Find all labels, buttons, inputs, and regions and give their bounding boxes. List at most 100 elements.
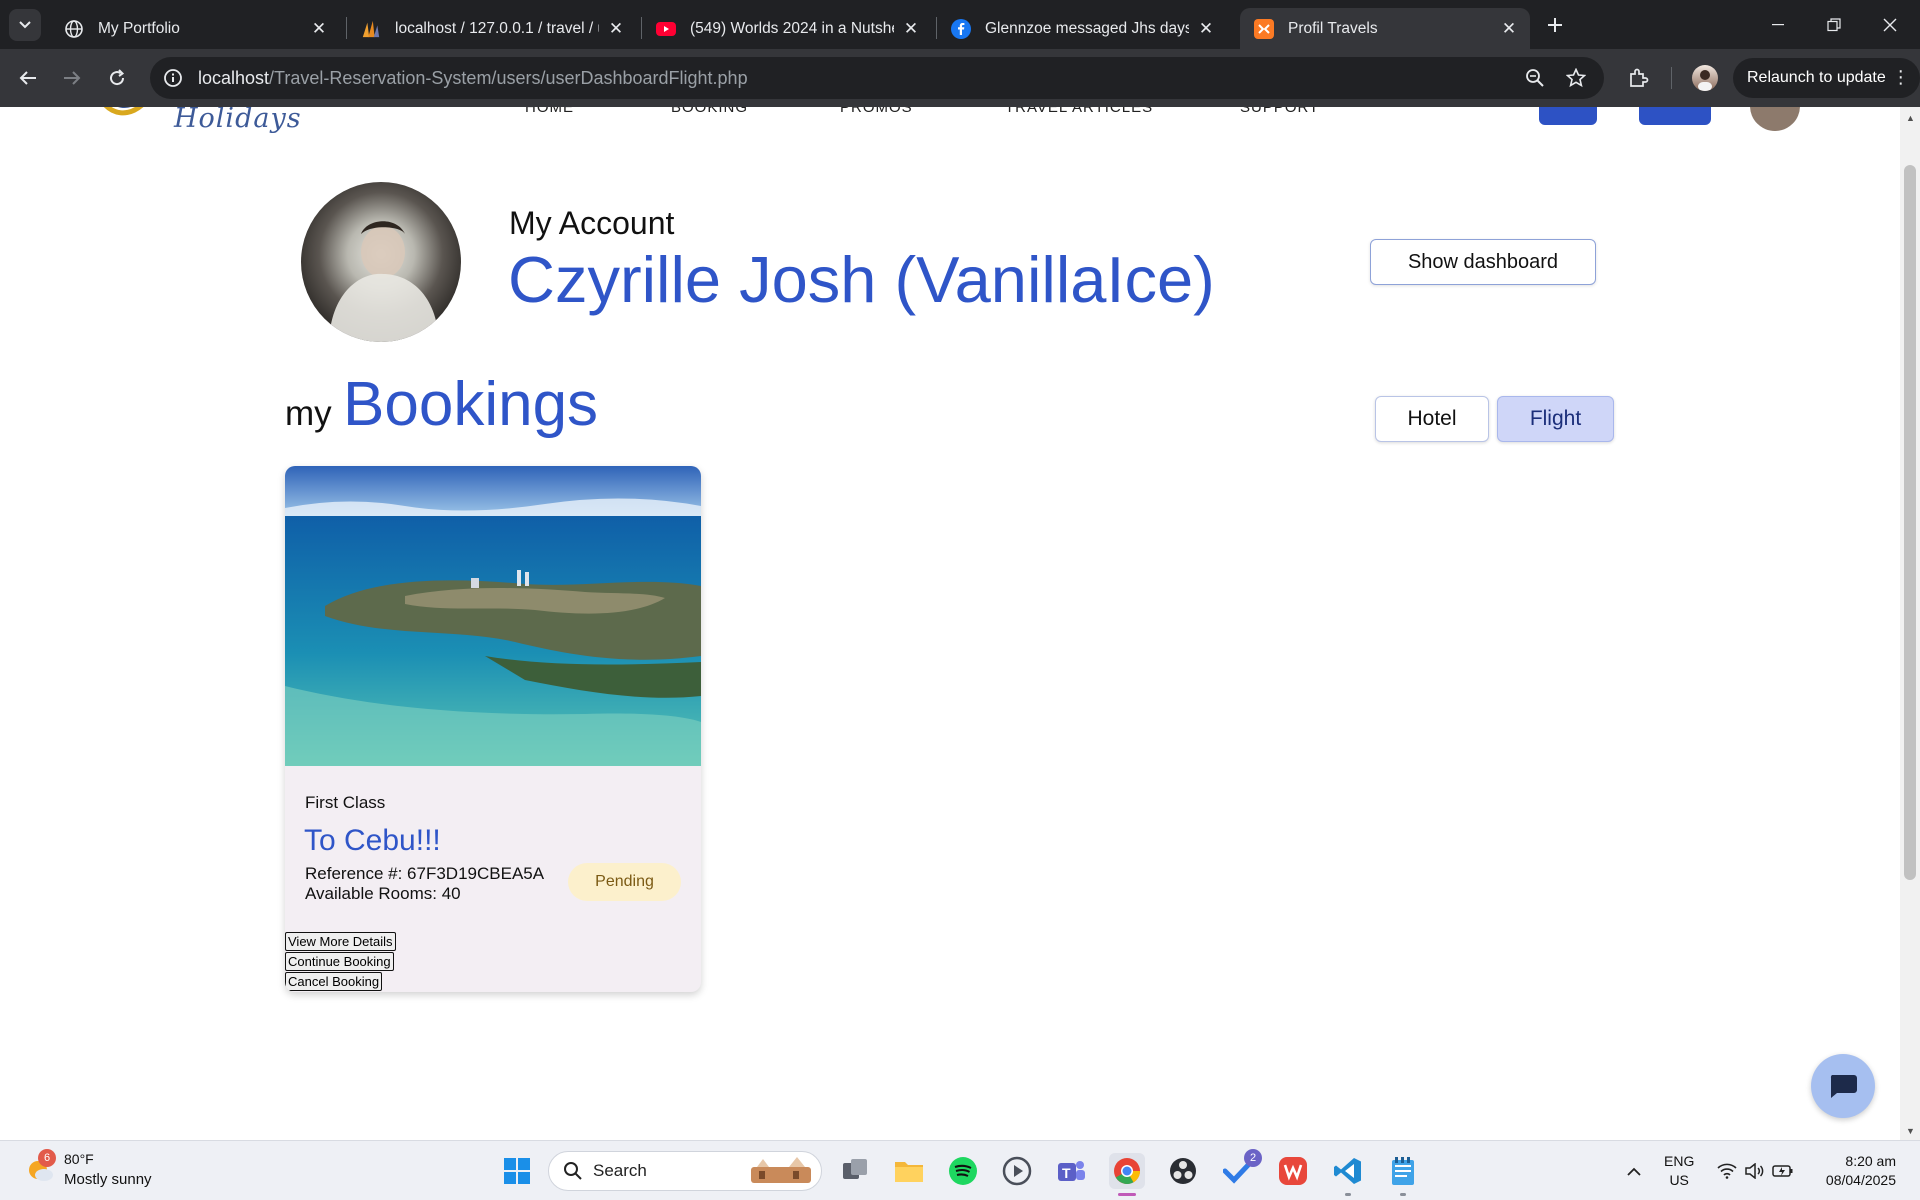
close-window-button[interactable] [1862, 0, 1918, 49]
more-menu-icon[interactable]: ⋮ [1892, 67, 1910, 88]
close-tab-icon[interactable]: ✕ [1500, 19, 1518, 39]
language-region: US [1669, 1172, 1689, 1188]
todo-icon[interactable]: 2 [1220, 1149, 1262, 1189]
relaunch-label: Relaunch to update [1747, 69, 1886, 86]
browser-tab-profil-travels[interactable]: Profil Travels ✕ [1240, 8, 1530, 49]
close-tab-icon[interactable]: ✕ [1197, 19, 1215, 39]
scroll-up-icon[interactable]: ▲ [1906, 113, 1915, 123]
continue-booking-button[interactable]: Continue Booking [285, 952, 394, 971]
relaunch-to-update-button[interactable]: Relaunch to update ⋮ [1733, 58, 1920, 98]
phpmyadmin-icon [361, 19, 381, 39]
reload-icon [110, 69, 125, 86]
arrow-left-icon [19, 71, 36, 85]
taskbar-search[interactable]: Search [548, 1151, 822, 1191]
address-bar[interactable]: localhost/Travel-Reservation-System/user… [150, 57, 1604, 99]
tab-title: Profil Travels [1288, 19, 1378, 37]
close-tab-icon[interactable]: ✕ [607, 19, 625, 39]
toolbar-divider [1671, 67, 1672, 89]
tab-title: localhost / 127.0.0.1 / travel / u [395, 19, 599, 37]
task-view-icon[interactable] [837, 1153, 873, 1189]
system-clock[interactable]: 8:20 am 08/04/2025 [1810, 1152, 1896, 1190]
show-dashboard-button[interactable]: Show dashboard [1370, 239, 1596, 285]
bookings-prefix: my [285, 394, 332, 433]
booking-card: First Class To Cebu!!! Reference #: 67F3… [285, 466, 701, 992]
volume-icon[interactable] [1742, 1141, 1768, 1200]
browser-tab-portfolio[interactable]: My Portfolio ✕ [50, 8, 340, 49]
running-indicator [1345, 1193, 1351, 1196]
nav-link-promos[interactable]: PROMOS [840, 107, 913, 116]
tab-title: My Portfolio [98, 19, 180, 37]
booking-title: To Cebu!!! [304, 824, 441, 857]
browser-tab-phpmyadmin[interactable]: localhost / 127.0.0.1 / travel / u ✕ [347, 8, 637, 49]
language-code: ENG [1664, 1153, 1695, 1169]
new-tab-button[interactable] [1540, 10, 1570, 40]
facebook-icon [951, 18, 971, 39]
restore-button[interactable] [1806, 0, 1862, 49]
battery-icon[interactable] [1770, 1141, 1796, 1200]
profile-avatar [301, 182, 461, 342]
account-label: My Account [509, 205, 675, 241]
nav-link-booking[interactable]: BOOKING [671, 107, 748, 116]
obs-icon[interactable] [1165, 1153, 1201, 1189]
logo-text: Holidays [174, 107, 302, 134]
chat-bubble-icon [1830, 1075, 1857, 1098]
browser-tab-strip: My Portfolio ✕ localhost / 127.0.0.1 / t… [0, 0, 1920, 49]
globe-icon [64, 19, 84, 39]
page-viewport: Holidays HOME BOOKING PROMOS TRAVEL ARTI… [0, 107, 1900, 1140]
extensions-icon[interactable] [1624, 64, 1652, 92]
chat-button[interactable] [1811, 1054, 1875, 1118]
back-button[interactable] [12, 62, 44, 94]
start-button[interactable] [499, 1153, 535, 1189]
spotify-icon[interactable] [945, 1153, 981, 1189]
nav-link-support[interactable]: SUPPORT [1240, 107, 1319, 116]
close-tab-icon[interactable]: ✕ [310, 19, 328, 39]
cancel-booking-button[interactable]: Cancel Booking [285, 972, 383, 991]
clock-date: 08/04/2025 [1825, 1172, 1896, 1188]
search-label: Search [593, 1161, 647, 1180]
wifi-icon[interactable] [1714, 1141, 1740, 1200]
plus-icon [1548, 18, 1562, 32]
language-indicator[interactable]: ENG US [1664, 1152, 1694, 1190]
site-info-icon[interactable] [162, 67, 184, 89]
teams-icon[interactable]: T [1053, 1153, 1089, 1189]
show-hidden-icons-chevron-up-icon[interactable] [1620, 1141, 1648, 1200]
forward-button[interactable] [56, 62, 88, 94]
scrollbar-thumb[interactable] [1904, 165, 1916, 880]
flight-toggle-button[interactable]: Flight [1497, 396, 1614, 442]
reload-button[interactable] [101, 62, 133, 94]
page-scrollbar[interactable]: ▲ ▼ [1900, 107, 1920, 1140]
url-path: /Travel-Reservation-System/users/userDas… [269, 67, 748, 88]
media-player-icon[interactable] [999, 1153, 1035, 1189]
tab-search-button[interactable] [9, 9, 41, 41]
nav-link-travel-articles[interactable]: TRAVEL ARTICLES [1005, 107, 1153, 116]
scroll-down-icon[interactable]: ▼ [1906, 1126, 1915, 1136]
browser-profile-avatar[interactable] [1692, 65, 1718, 91]
nav-menu-button[interactable] [1539, 107, 1597, 125]
hotel-toggle-button[interactable]: Hotel [1375, 396, 1489, 442]
notepad-icon[interactable] [1385, 1153, 1421, 1196]
browser-tab-youtube[interactable]: (549) Worlds 2024 in a Nutshell ✕ [642, 8, 932, 49]
available-rooms: Available Rooms: 40 [305, 884, 461, 903]
nav-action-button[interactable] [1639, 107, 1711, 125]
vscode-icon[interactable] [1330, 1153, 1366, 1196]
flight-class-label: First Class [305, 793, 386, 812]
nav-user-avatar[interactable] [1750, 107, 1800, 131]
weather-condition[interactable]: Mostly sunny [64, 1171, 152, 1188]
running-indicator [1400, 1193, 1406, 1196]
active-indicator [1118, 1193, 1136, 1196]
minimize-button[interactable] [1750, 0, 1806, 49]
chrome-icon[interactable] [1109, 1153, 1145, 1196]
weather-temperature[interactable]: 80°F [64, 1151, 94, 1167]
file-explorer-icon[interactable] [891, 1153, 927, 1189]
destination-image [285, 466, 701, 766]
browser-toolbar: localhost/Travel-Reservation-System/user… [0, 49, 1920, 107]
bookmark-star-icon[interactable] [1565, 67, 1587, 89]
site-navbar: Holidays HOME BOOKING PROMOS TRAVEL ARTI… [0, 107, 1900, 134]
tab-title: (549) Worlds 2024 in a Nutshell [690, 19, 894, 37]
view-more-details-button[interactable]: View More Details [285, 932, 396, 951]
wps-office-icon[interactable] [1275, 1153, 1311, 1189]
zoom-icon[interactable] [1524, 67, 1546, 89]
close-tab-icon[interactable]: ✕ [902, 19, 920, 39]
browser-tab-facebook[interactable]: Glennzoe messaged Jhs days ✕ [937, 8, 1227, 49]
nav-link-home[interactable]: HOME [525, 107, 574, 116]
